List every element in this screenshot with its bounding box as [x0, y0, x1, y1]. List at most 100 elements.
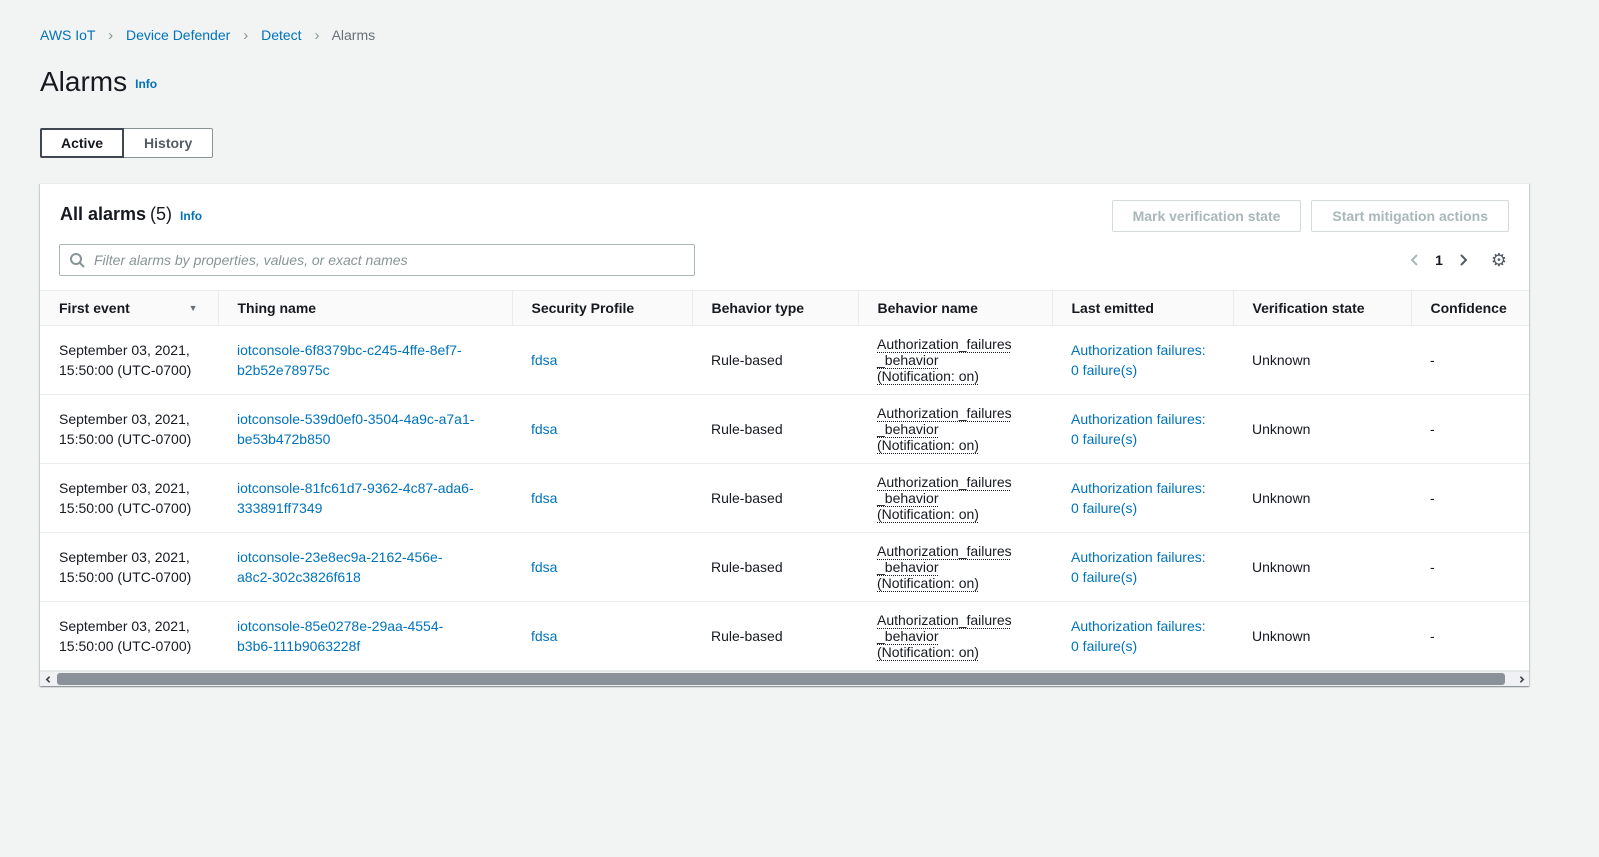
security-profile-link[interactable]: fdsa [531, 559, 557, 575]
breadcrumb-link-device-defender[interactable]: Device Defender [126, 27, 230, 43]
confidence-value: - [1430, 421, 1435, 437]
page-info-link[interactable]: Info [135, 77, 157, 91]
behavior-name-tooltip-trigger[interactable]: Authorization_failures_behavior (Notific… [877, 543, 1017, 591]
behavior-name-cell: Authorization_failures_behavior (Notific… [858, 602, 1052, 671]
preferences-gear-icon[interactable]: ⚙ [1489, 249, 1509, 271]
behavior-name-tooltip-trigger[interactable]: Authorization_failures_behavior (Notific… [877, 405, 1017, 453]
security-profile-cell: fdsa [512, 464, 692, 533]
tab-active[interactable]: Active [40, 128, 124, 158]
security-profile-link[interactable]: fdsa [531, 490, 557, 506]
last-emitted-link[interactable]: Authorization failures: 0 failure(s) [1071, 547, 1211, 587]
table-row: September 03, 2021, 15:50:00 (UTC-0700) … [40, 326, 1529, 395]
column-header-behavior-type[interactable]: Behavior type [692, 291, 858, 326]
behavior-name-tooltip-trigger[interactable]: Authorization_failures_behavior (Notific… [877, 474, 1017, 522]
breadcrumb-current: Alarms [332, 27, 376, 43]
pagination-page-1[interactable]: 1 [1427, 252, 1451, 268]
breadcrumb-link-aws-iot[interactable]: AWS IoT [40, 27, 95, 43]
sort-descending-icon[interactable]: ▼ [189, 298, 198, 318]
alarms-table: First event ▼ Thing name Security Profil… [40, 290, 1529, 671]
verification-state-value: Unknown [1252, 559, 1310, 575]
thing-name-link[interactable]: iotconsole-81fc61d7-9362-4c87-ada6-33389… [237, 478, 475, 518]
verification-state-cell: Unknown [1233, 326, 1411, 395]
confidence-cell: - [1411, 464, 1529, 533]
behavior-name-value: Authorization_failures_behavior [877, 405, 1012, 437]
breadcrumb: AWS IoT › Device Defender › Detect › Ala… [0, 0, 1599, 44]
first-event-cell: September 03, 2021, 15:50:00 (UTC-0700) [40, 602, 218, 671]
first-event-cell: September 03, 2021, 15:50:00 (UTC-0700) [40, 395, 218, 464]
column-header-label: Security Profile [532, 300, 635, 316]
behavior-type-value: Rule-based [711, 421, 783, 437]
breadcrumb-link-detect[interactable]: Detect [261, 27, 301, 43]
security-profile-cell: fdsa [512, 395, 692, 464]
breadcrumb-separator-icon: › [108, 27, 113, 44]
table-header-row: First event ▼ Thing name Security Profil… [40, 291, 1529, 326]
behavior-type-cell: Rule-based [692, 326, 858, 395]
filter-group [59, 244, 695, 276]
confidence-cell: - [1411, 602, 1529, 671]
first-event-value: September 03, 2021, 15:50:00 (UTC-0700) [59, 618, 191, 654]
column-header-verification-state[interactable]: Verification state [1233, 291, 1411, 326]
scroll-left-button[interactable] [40, 672, 56, 686]
verification-state-cell: Unknown [1233, 602, 1411, 671]
behavior-type-value: Rule-based [711, 628, 783, 644]
pagination-next-button[interactable] [1451, 248, 1475, 272]
security-profile-link[interactable]: fdsa [531, 352, 557, 368]
verification-state-cell: Unknown [1233, 533, 1411, 602]
first-event-value: September 03, 2021, 15:50:00 (UTC-0700) [59, 342, 191, 378]
pagination: 1 ⚙ [1403, 248, 1509, 272]
first-event-cell: September 03, 2021, 15:50:00 (UTC-0700) [40, 464, 218, 533]
behavior-name-cell: Authorization_failures_behavior (Notific… [858, 464, 1052, 533]
scrollbar-track[interactable] [56, 672, 1513, 686]
column-header-last-emitted[interactable]: Last emitted [1052, 291, 1233, 326]
column-header-label: First event [59, 298, 130, 318]
panel-heading: All alarms(5)Info [60, 204, 202, 225]
verification-state-value: Unknown [1252, 490, 1310, 506]
security-profile-cell: fdsa [512, 602, 692, 671]
behavior-name-cell: Authorization_failures_behavior (Notific… [858, 395, 1052, 464]
behavior-name-value: Authorization_failures_behavior [877, 474, 1012, 506]
filter-alarms-input[interactable] [59, 244, 695, 276]
confidence-value: - [1430, 628, 1435, 644]
security-profile-link[interactable]: fdsa [531, 421, 557, 437]
column-header-behavior-name[interactable]: Behavior name [858, 291, 1052, 326]
thing-name-link[interactable]: iotconsole-85e0278e-29aa-4554-b3b6-111b9… [237, 616, 475, 656]
behavior-name-cell: Authorization_failures_behavior (Notific… [858, 326, 1052, 395]
last-emitted-cell: Authorization failures: 0 failure(s) [1052, 602, 1233, 671]
thing-name-link[interactable]: iotconsole-539d0ef0-3504-4a9c-a7a1-be53b… [237, 409, 475, 449]
thing-name-link[interactable]: iotconsole-23e8ec9a-2162-456e-a8c2-302c3… [237, 547, 475, 587]
scroll-right-button[interactable] [1513, 672, 1529, 686]
behavior-name-tooltip-trigger[interactable]: Authorization_failures_behavior (Notific… [877, 336, 1017, 384]
column-header-thing-name[interactable]: Thing name [218, 291, 512, 326]
last-emitted-link[interactable]: Authorization failures: 0 failure(s) [1071, 340, 1211, 380]
scrollbar-thumb[interactable] [57, 673, 1505, 685]
mark-verification-state-button[interactable]: Mark verification state [1112, 200, 1302, 232]
horizontal-scrollbar[interactable] [40, 671, 1529, 686]
start-mitigation-actions-button[interactable]: Start mitigation actions [1311, 200, 1509, 232]
behavior-notification-value: (Notification: on) [877, 506, 1017, 522]
column-header-first-event[interactable]: First event ▼ [40, 291, 218, 326]
breadcrumb-separator-icon: › [243, 27, 248, 44]
panel-info-link[interactable]: Info [180, 209, 202, 223]
all-alarms-panel: All alarms(5)Info Mark verification stat… [40, 183, 1529, 686]
behavior-notification-value: (Notification: on) [877, 575, 1017, 591]
behavior-type-cell: Rule-based [692, 395, 858, 464]
panel-title: All alarms [60, 204, 146, 224]
column-header-label: Behavior name [878, 300, 978, 316]
verification-state-cell: Unknown [1233, 395, 1411, 464]
column-header-confidence[interactable]: Confidence [1411, 291, 1529, 326]
last-emitted-link[interactable]: Authorization failures: 0 failure(s) [1071, 409, 1211, 449]
column-header-security-profile[interactable]: Security Profile [512, 291, 692, 326]
behavior-name-cell: Authorization_failures_behavior (Notific… [858, 533, 1052, 602]
behavior-notification-value: (Notification: on) [877, 368, 1017, 384]
table-row: September 03, 2021, 15:50:00 (UTC-0700) … [40, 602, 1529, 671]
verification-state-value: Unknown [1252, 628, 1310, 644]
first-event-cell: September 03, 2021, 15:50:00 (UTC-0700) [40, 533, 218, 602]
thing-name-link[interactable]: iotconsole-6f8379bc-c245-4ffe-8ef7-b2b52… [237, 340, 475, 380]
confidence-cell: - [1411, 326, 1529, 395]
tab-history[interactable]: History [123, 128, 213, 158]
pagination-previous-button[interactable] [1403, 248, 1427, 272]
last-emitted-link[interactable]: Authorization failures: 0 failure(s) [1071, 616, 1211, 656]
behavior-name-tooltip-trigger[interactable]: Authorization_failures_behavior (Notific… [877, 612, 1017, 660]
last-emitted-link[interactable]: Authorization failures: 0 failure(s) [1071, 478, 1211, 518]
security-profile-link[interactable]: fdsa [531, 628, 557, 644]
